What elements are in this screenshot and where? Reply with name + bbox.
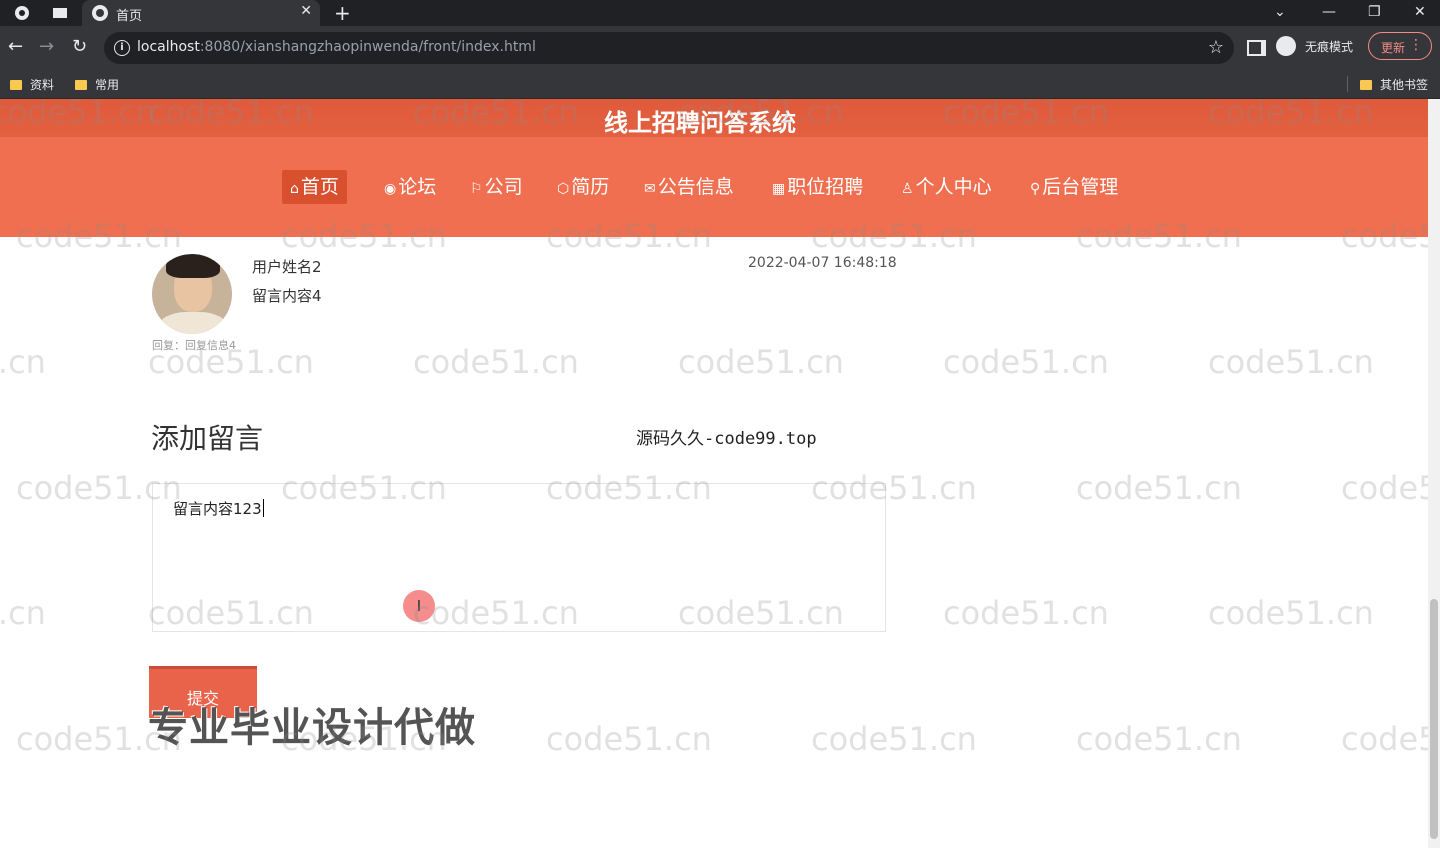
mail-icon: ✉ bbox=[644, 181, 656, 197]
nav-company[interactable]: ⚐ 公司 bbox=[462, 170, 531, 204]
new-tab-button[interactable]: + bbox=[334, 0, 351, 26]
browser-logo-icon[interactable] bbox=[14, 5, 30, 21]
bookmark-folder-ziliao[interactable]: 资料 bbox=[10, 76, 54, 93]
watermark: code51.cn bbox=[1208, 343, 1374, 381]
tab-close-icon[interactable]: ✕ bbox=[300, 3, 312, 19]
bookmark-folder-changyong[interactable]: 常用 bbox=[75, 76, 119, 93]
bookmarks-bar: 资料 常用 其他书签 bbox=[0, 70, 1440, 99]
watermark: code51.cn bbox=[943, 594, 1109, 632]
address-bar[interactable]: i localhost:8080/xianshangzhaopinwenda/f… bbox=[104, 32, 1234, 64]
watermark: code51.cn bbox=[1341, 720, 1428, 758]
incognito-label: 无痕模式 bbox=[1305, 40, 1354, 54]
browser-tab-bar: 首页 ✕ + ⌄ — ❐ ✕ bbox=[0, 0, 1440, 26]
minimize-icon[interactable]: — bbox=[1322, 0, 1336, 24]
textarea-value: 留言内容123 bbox=[173, 500, 262, 518]
main-nav: ⌂ 首页 ◉ 论坛 ⚐ 公司 ⬡ 简历 ✉ 公告信息 ▦ 职位招聘 ♙ 个人中心 ⚲ 后台管理 bbox=[0, 137, 1428, 237]
bookmarks-divider bbox=[1347, 76, 1348, 92]
folder-icon bbox=[75, 80, 87, 90]
nav-forum[interactable]: ◉ 论坛 bbox=[376, 170, 444, 204]
text-caret bbox=[262, 499, 264, 517]
flag-icon: ⚐ bbox=[470, 181, 483, 197]
globe-icon bbox=[92, 5, 108, 21]
grid-icon: ▦ bbox=[772, 181, 786, 197]
watermark: code51.cn bbox=[678, 343, 844, 381]
folder-icon bbox=[10, 80, 22, 90]
folder-icon bbox=[1360, 80, 1372, 90]
message-content: 留言内容4 bbox=[252, 287, 322, 305]
source-watermark: 源码久久-code99.top bbox=[636, 429, 817, 449]
browser-tab-active[interactable]: 首页 ✕ bbox=[82, 0, 320, 26]
tab-title: 首页 bbox=[116, 9, 143, 24]
nav-personal-center[interactable]: ♙ 个人中心 bbox=[893, 170, 1000, 204]
menu-dots-icon: ⋮ bbox=[1409, 37, 1423, 53]
site-info-icon[interactable]: i bbox=[114, 40, 130, 56]
nav-home[interactable]: ⌂ 首页 bbox=[282, 170, 347, 204]
cube-icon: ⬡ bbox=[557, 181, 570, 197]
site-title: 线上招聘问答系统 bbox=[604, 109, 796, 137]
page-scrollbar[interactable] bbox=[1428, 99, 1440, 848]
watermark: code51.cn bbox=[546, 720, 712, 758]
nav-notices[interactable]: ✉ 公告信息 bbox=[636, 170, 742, 204]
watermark: code51.cn bbox=[811, 720, 977, 758]
incognito-icon bbox=[1276, 36, 1296, 56]
tab-search-icon[interactable] bbox=[52, 5, 68, 21]
user-icon: ♙ bbox=[901, 181, 914, 197]
watermark: code51.cn bbox=[0, 343, 46, 381]
message-username: 用户姓名2 bbox=[252, 258, 322, 276]
site-header: 线上招聘问答系统 bbox=[0, 99, 1428, 137]
nav-resume[interactable]: ⬡ 简历 bbox=[549, 170, 617, 204]
browser-toolbar: ← → ↻ i localhost:8080/xianshangzhaopinw… bbox=[0, 26, 1440, 70]
update-label: 更新 bbox=[1381, 41, 1406, 55]
mouse-cursor-icon: I bbox=[403, 590, 435, 622]
side-panel-icon[interactable] bbox=[1247, 40, 1266, 56]
promo-overlay-text: 专业毕业设计代做 bbox=[148, 705, 476, 751]
bookmark-star-icon[interactable]: ☆ bbox=[1208, 37, 1224, 58]
update-button[interactable]: 更新 ⋮ bbox=[1368, 32, 1432, 60]
link-icon: ⚲ bbox=[1030, 181, 1041, 197]
watermark: code51.cn bbox=[943, 343, 1109, 381]
watermark: code51.cn bbox=[1208, 594, 1374, 632]
watermark: code51.cn bbox=[1076, 469, 1242, 507]
reload-icon[interactable]: ↻ bbox=[72, 36, 87, 58]
window-close-icon[interactable]: ✕ bbox=[1414, 0, 1426, 24]
watermark: code51.cn bbox=[0, 594, 46, 632]
add-message-title: 添加留言 bbox=[151, 422, 264, 455]
forum-icon: ◉ bbox=[384, 181, 397, 197]
scrollbar-thumb[interactable] bbox=[1430, 599, 1438, 839]
avatar bbox=[152, 254, 232, 334]
watermark: code51.cn bbox=[413, 343, 579, 381]
home-icon: ⌂ bbox=[290, 181, 299, 197]
back-icon[interactable]: ← bbox=[8, 36, 23, 58]
url-text[interactable]: localhost:8080/xianshangzhaopinwenda/fro… bbox=[137, 39, 536, 55]
watermark: code51.cn bbox=[1341, 469, 1428, 507]
forward-icon[interactable]: → bbox=[39, 36, 54, 58]
message-textarea[interactable]: 留言内容123 bbox=[152, 483, 886, 632]
tab-list-chevron-icon[interactable]: ⌄ bbox=[1274, 0, 1286, 24]
restore-icon[interactable]: ❐ bbox=[1368, 0, 1381, 24]
message-reply: 回复：回复信息4 bbox=[152, 339, 236, 352]
page-viewport: 线上招聘问答系统 ⌂ 首页 ◉ 论坛 ⚐ 公司 ⬡ 简历 ✉ 公告信息 ▦ 职位招聘 ♙ 个人… bbox=[0, 99, 1428, 848]
nav-jobs[interactable]: ▦ 职位招聘 bbox=[764, 170, 871, 204]
nav-admin[interactable]: ⚲ 后台管理 bbox=[1022, 170, 1126, 204]
watermark: code51.cn bbox=[1076, 720, 1242, 758]
message-time: 2022-04-07 16:48:18 bbox=[748, 255, 897, 271]
other-bookmarks[interactable]: 其他书签 bbox=[1360, 76, 1428, 93]
